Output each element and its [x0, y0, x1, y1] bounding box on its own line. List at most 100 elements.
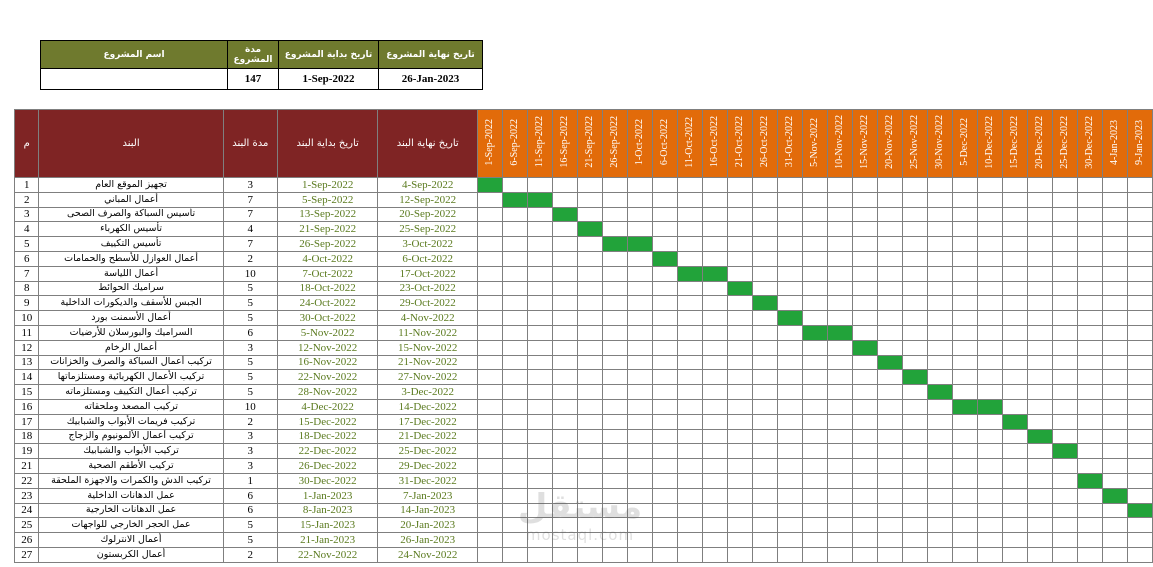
- item-name-cell[interactable]: أعمال الانترلوك: [38, 532, 224, 548]
- gantt-cell[interactable]: [576, 384, 603, 400]
- gantt-cell[interactable]: [601, 369, 628, 386]
- gantt-bar-cell[interactable]: [651, 250, 678, 267]
- gantt-cell[interactable]: [1026, 413, 1053, 430]
- item-start-cell[interactable]: 15-Jan-2023: [276, 517, 379, 534]
- gantt-cell[interactable]: [651, 354, 678, 371]
- item-duration-cell[interactable]: 7: [222, 236, 278, 252]
- item-end-cell[interactable]: 17-Oct-2022: [377, 265, 478, 282]
- item-name-cell[interactable]: أعمال العوازل للأسطح والحمامات: [38, 250, 224, 267]
- gantt-cell[interactable]: [876, 324, 903, 341]
- gantt-cell[interactable]: [626, 472, 653, 489]
- gantt-cell[interactable]: [1126, 384, 1153, 400]
- item-start-cell[interactable]: 18-Dec-2022: [276, 428, 379, 445]
- gantt-cell[interactable]: [926, 472, 953, 489]
- gantt-cell[interactable]: [951, 369, 978, 386]
- gantt-cell[interactable]: [476, 339, 503, 356]
- gantt-cell[interactable]: [651, 177, 678, 193]
- gantt-cell[interactable]: [626, 310, 653, 326]
- gantt-cell[interactable]: [1126, 265, 1153, 282]
- gantt-cell[interactable]: [901, 236, 928, 252]
- gantt-cell[interactable]: [776, 339, 803, 356]
- gantt-cell[interactable]: [476, 413, 503, 430]
- gantt-cell[interactable]: [726, 236, 753, 252]
- gantt-cell[interactable]: [576, 250, 603, 267]
- gantt-cell[interactable]: [601, 339, 628, 356]
- gantt-cell[interactable]: [701, 458, 728, 474]
- gantt-cell[interactable]: [551, 384, 578, 400]
- gantt-cell[interactable]: [601, 354, 628, 371]
- gantt-cell[interactable]: [551, 443, 578, 460]
- item-name-cell[interactable]: أعمال الرخام: [38, 339, 224, 356]
- gantt-cell[interactable]: [826, 206, 853, 223]
- item-start-cell[interactable]: 4-Oct-2022: [276, 250, 379, 267]
- gantt-cell[interactable]: [976, 280, 1003, 297]
- gantt-cell[interactable]: [1101, 517, 1128, 534]
- gantt-cell[interactable]: [901, 546, 928, 563]
- gantt-cell[interactable]: [601, 487, 628, 504]
- row-number-cell[interactable]: 7: [13, 265, 40, 282]
- gantt-cell[interactable]: [626, 398, 653, 415]
- item-start-cell[interactable]: 30-Oct-2022: [276, 310, 379, 326]
- item-start-cell[interactable]: 22-Dec-2022: [276, 443, 379, 460]
- gantt-cell[interactable]: [751, 487, 778, 504]
- gantt-cell[interactable]: [751, 265, 778, 282]
- gantt-cell[interactable]: [1126, 206, 1153, 223]
- item-duration-cell[interactable]: 5: [222, 384, 278, 400]
- item-name-cell[interactable]: تأسيس التكييف: [38, 236, 224, 252]
- gantt-cell[interactable]: [751, 458, 778, 474]
- gantt-cell[interactable]: [701, 384, 728, 400]
- gantt-cell[interactable]: [901, 191, 928, 208]
- gantt-cell[interactable]: [951, 295, 978, 312]
- gantt-cell[interactable]: [651, 191, 678, 208]
- gantt-cell[interactable]: [701, 354, 728, 371]
- gantt-cell[interactable]: [851, 280, 878, 297]
- row-number-cell[interactable]: 6: [13, 250, 40, 267]
- gantt-cell[interactable]: [601, 428, 628, 445]
- item-duration-cell[interactable]: 10: [222, 398, 278, 415]
- gantt-cell[interactable]: [1026, 517, 1053, 534]
- gantt-cell[interactable]: [1076, 517, 1103, 534]
- item-start-cell[interactable]: 4-Dec-2022: [276, 398, 379, 415]
- gantt-cell[interactable]: [901, 458, 928, 474]
- gantt-bar-cell[interactable]: [1026, 428, 1053, 445]
- row-number-cell[interactable]: 26: [13, 532, 40, 548]
- gantt-bar-cell[interactable]: [626, 236, 653, 252]
- gantt-bar-cell[interactable]: [676, 265, 703, 282]
- gantt-cell[interactable]: [1026, 324, 1053, 341]
- gantt-cell[interactable]: [701, 177, 728, 193]
- gantt-bar-cell[interactable]: [476, 177, 503, 193]
- item-end-cell[interactable]: 20-Sep-2022: [377, 206, 478, 223]
- gantt-cell[interactable]: [626, 191, 653, 208]
- item-duration-cell[interactable]: 2: [222, 413, 278, 430]
- gantt-bar-cell[interactable]: [601, 236, 628, 252]
- gantt-cell[interactable]: [501, 265, 528, 282]
- item-name-cell[interactable]: تأسيس السباكة والصرف الصحى: [38, 206, 224, 223]
- gantt-cell[interactable]: [801, 428, 828, 445]
- gantt-cell[interactable]: [476, 354, 503, 371]
- gantt-cell[interactable]: [751, 369, 778, 386]
- gantt-cell[interactable]: [1126, 324, 1153, 341]
- gantt-cell[interactable]: [1076, 532, 1103, 548]
- gantt-cell[interactable]: [726, 458, 753, 474]
- gantt-cell[interactable]: [651, 443, 678, 460]
- gantt-cell[interactable]: [901, 354, 928, 371]
- gantt-cell[interactable]: [526, 206, 553, 223]
- gantt-cell[interactable]: [801, 472, 828, 489]
- gantt-cell[interactable]: [1126, 236, 1153, 252]
- item-duration-cell[interactable]: 2: [222, 250, 278, 267]
- gantt-cell[interactable]: [1001, 295, 1028, 312]
- gantt-cell[interactable]: [476, 280, 503, 297]
- gantt-cell[interactable]: [1026, 487, 1053, 504]
- gantt-cell[interactable]: [526, 458, 553, 474]
- gantt-cell[interactable]: [626, 250, 653, 267]
- gantt-cell[interactable]: [926, 517, 953, 534]
- gantt-cell[interactable]: [676, 458, 703, 474]
- gantt-cell[interactable]: [476, 295, 503, 312]
- gantt-cell[interactable]: [801, 339, 828, 356]
- gantt-cell[interactable]: [976, 384, 1003, 400]
- gantt-cell[interactable]: [726, 265, 753, 282]
- gantt-cell[interactable]: [501, 369, 528, 386]
- gantt-cell[interactable]: [1101, 206, 1128, 223]
- gantt-cell[interactable]: [1026, 221, 1053, 238]
- gantt-cell[interactable]: [876, 443, 903, 460]
